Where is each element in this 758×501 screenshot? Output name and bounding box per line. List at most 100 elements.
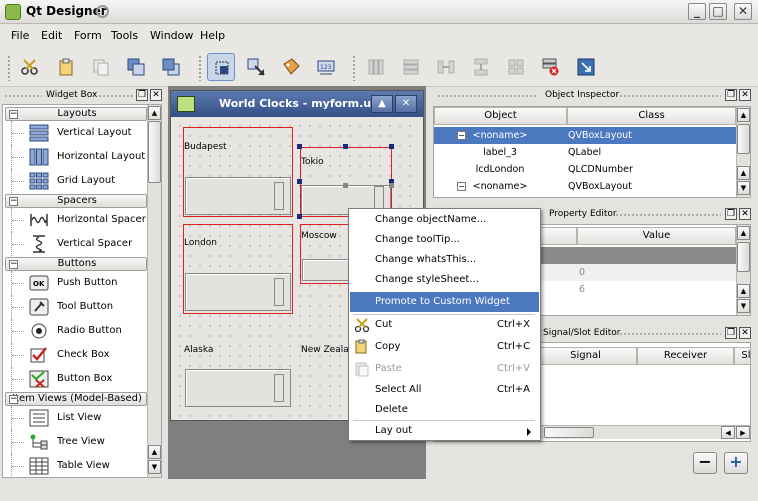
- scroll-thumb[interactable]: [737, 124, 750, 154]
- column-header-object[interactable]: Object: [434, 107, 567, 125]
- close-dock-button[interactable]: ✕: [150, 89, 162, 101]
- scroll-right-arrow-icon[interactable]: ▶: [736, 426, 750, 439]
- scroll-down-arrow-icon[interactable]: ▼: [737, 299, 750, 313]
- minimize-button[interactable]: _: [688, 3, 706, 20]
- scroll-thumb[interactable]: [737, 242, 750, 272]
- remove-connection-button[interactable]: −: [693, 452, 717, 474]
- form-close-button[interactable]: ✕: [395, 95, 417, 113]
- column-header-slot[interactable]: Slo: [734, 347, 750, 365]
- cut-tool-button[interactable]: [16, 53, 44, 81]
- lay-out-vertically-button[interactable]: [397, 53, 425, 81]
- dock-grip[interactable]: [4, 94, 42, 98]
- collapse-icon[interactable]: −: [9, 110, 18, 119]
- widget-button-box[interactable]: Button Box: [3, 367, 147, 391]
- object-inspector-scrollbar[interactable]: ▲ ▲ ▼: [736, 107, 750, 197]
- widget-box-scrollbar[interactable]: ▲ ▲ ▼: [147, 105, 161, 477]
- dock-grip[interactable]: [437, 94, 537, 98]
- selection-handle[interactable]: [343, 183, 348, 188]
- lay-out-horizontally-button[interactable]: [362, 53, 390, 81]
- splitter-vertical-button[interactable]: [467, 53, 495, 81]
- form-minimize-button[interactable]: ▲: [371, 95, 393, 113]
- menu-item-change-stylesheet[interactable]: Change styleSheet...: [350, 270, 539, 290]
- menu-item-change-tooltip[interactable]: Change toolTip...: [350, 230, 539, 250]
- widget-tool-button[interactable]: Tool Button: [3, 295, 147, 319]
- collapse-icon[interactable]: −: [9, 395, 18, 404]
- selection-handle[interactable]: [297, 144, 302, 149]
- label-moscow[interactable]: Moscow: [301, 231, 337, 241]
- edit-widgets-button[interactable]: [207, 53, 235, 81]
- label-alaska[interactable]: Alaska: [184, 345, 213, 355]
- maximize-button[interactable]: □: [709, 3, 727, 20]
- widget-horizontal-layout[interactable]: Horizontal Layout: [3, 145, 147, 169]
- send-to-back-button[interactable]: [122, 53, 150, 81]
- menu-form[interactable]: Form: [74, 29, 102, 42]
- widget-check-box[interactable]: Check Box: [3, 343, 147, 367]
- category-item-views[interactable]: Item Views (Model-Based) −: [5, 392, 147, 406]
- close-button[interactable]: ✕: [734, 3, 752, 20]
- menu-help[interactable]: Help: [200, 29, 225, 42]
- close-dock-button[interactable]: ✕: [739, 89, 751, 101]
- selection-handle[interactable]: [297, 179, 302, 184]
- tree-row[interactable]: − <noname> QVBoxLayout: [434, 127, 736, 144]
- lcd-alaska[interactable]: [185, 369, 291, 407]
- menu-item-cut[interactable]: Cut Ctrl+X: [350, 315, 539, 335]
- widget-list-view[interactable]: List View: [3, 406, 147, 430]
- collapse-icon[interactable]: −: [9, 197, 18, 206]
- lcd-budapest[interactable]: [185, 177, 291, 215]
- scroll-thumb[interactable]: [148, 121, 161, 183]
- widget-table-view[interactable]: Table View: [3, 454, 147, 477]
- tree-row[interactable]: lcdLondon QLCDNumber: [434, 161, 736, 178]
- edit-signals-button[interactable]: [242, 53, 270, 81]
- column-header-class[interactable]: Class: [567, 107, 736, 125]
- label-new-zealand[interactable]: New Zealan: [301, 345, 354, 355]
- menu-item-paste[interactable]: Paste Ctrl+V: [350, 359, 539, 379]
- copy-tool-button[interactable]: [87, 53, 115, 81]
- scroll-up-arrow-icon[interactable]: ▲: [737, 166, 750, 180]
- menu-window[interactable]: Window: [150, 29, 193, 42]
- column-header-receiver[interactable]: Receiver: [637, 347, 734, 365]
- dock-grip[interactable]: [98, 94, 134, 98]
- dock-grip[interactable]: [615, 213, 721, 217]
- float-dock-button[interactable]: ❐: [725, 89, 737, 101]
- toolbar-grip[interactable]: [7, 55, 11, 81]
- menu-item-change-whatsthis[interactable]: Change whatsThis...: [350, 250, 539, 270]
- scroll-up-arrow-icon[interactable]: ▲: [737, 226, 750, 240]
- scroll-up-arrow-icon[interactable]: ▲: [148, 106, 161, 120]
- menu-edit[interactable]: Edit: [41, 29, 62, 42]
- label-budapest[interactable]: Budapest: [184, 142, 227, 152]
- lay-out-grid-button[interactable]: [502, 53, 530, 81]
- column-header-signal[interactable]: Signal: [534, 347, 637, 365]
- lcd-london[interactable]: [185, 273, 291, 311]
- float-dock-button[interactable]: ❐: [136, 89, 148, 101]
- splitter-horizontal-button[interactable]: [432, 53, 460, 81]
- label-london[interactable]: London: [184, 238, 217, 248]
- widget-push-button[interactable]: OK Push Button: [3, 271, 147, 295]
- menu-item-change-object-name[interactable]: Change objectName...: [350, 210, 539, 230]
- widget-tree-view[interactable]: Tree View: [3, 430, 147, 454]
- category-buttons[interactable]: Buttons −: [5, 257, 147, 271]
- dock-grip[interactable]: [615, 332, 721, 336]
- collapse-icon[interactable]: −: [9, 260, 18, 269]
- edit-tab-order-button[interactable]: 123: [312, 53, 340, 81]
- widget-radio-button[interactable]: Radio Button: [3, 319, 147, 343]
- float-dock-button[interactable]: ❐: [725, 208, 737, 220]
- menu-item-lay-out[interactable]: Lay out: [350, 421, 539, 441]
- widget-grid-layout[interactable]: Grid Layout: [3, 169, 147, 193]
- scroll-up-arrow-icon[interactable]: ▲: [737, 284, 750, 298]
- edit-buddies-button[interactable]: [277, 53, 305, 81]
- category-layouts[interactable]: Layouts −: [5, 107, 147, 121]
- menu-file[interactable]: File: [11, 29, 29, 42]
- close-dock-button[interactable]: ✕: [739, 327, 751, 339]
- selection-handle[interactable]: [343, 144, 348, 149]
- menu-item-promote-to-custom-widget[interactable]: Promote to Custom Widget: [350, 292, 539, 312]
- form-title-bar[interactable]: World Clocks - myform.ui* ▲ ✕: [171, 91, 423, 117]
- tree-row[interactable]: − <noname> QVBoxLayout: [434, 178, 736, 195]
- toolbar-grip[interactable]: [352, 55, 356, 81]
- scroll-up-arrow-icon[interactable]: ▲: [148, 445, 161, 459]
- menu-tools[interactable]: Tools: [111, 29, 138, 42]
- float-dock-button[interactable]: ❐: [725, 327, 737, 339]
- label-tokio[interactable]: Tokio: [301, 157, 324, 167]
- scroll-left-arrow-icon[interactable]: ◀: [721, 426, 735, 439]
- close-dock-button[interactable]: ✕: [739, 208, 751, 220]
- widget-vertical-spacer[interactable]: Vertical Spacer: [3, 232, 147, 256]
